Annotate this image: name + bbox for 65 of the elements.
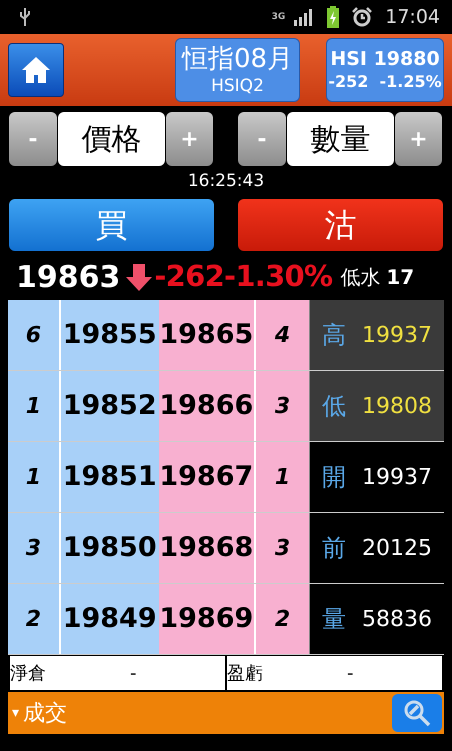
index-value: HSI 19880 xyxy=(330,48,440,72)
stat-label: 前 xyxy=(322,533,346,564)
network-type: 3G xyxy=(272,12,286,22)
index-change: -252 -1.25% xyxy=(328,72,442,92)
stat-label: 低 xyxy=(322,391,346,422)
stat-value: 58836 xyxy=(362,606,432,634)
trades-label[interactable]: 成交 xyxy=(23,696,68,730)
home-button[interactable] xyxy=(8,43,64,97)
contract-button[interactable]: 恒指08月 HSIQ2 xyxy=(175,38,300,102)
stepper-label: 數量 xyxy=(287,112,394,166)
bid-price: 19855 xyxy=(60,300,158,370)
bid-price: 19851 xyxy=(60,442,158,512)
buy-button[interactable]: 買 xyxy=(9,199,214,251)
bid-price: 19850 xyxy=(60,513,158,583)
ask-quantity: 3 xyxy=(256,371,309,441)
home-icon xyxy=(20,55,52,85)
ask-quantity: 3 xyxy=(256,513,309,583)
increment-button[interactable]: + xyxy=(395,112,442,166)
bid-quantity: 3 xyxy=(8,513,61,583)
contract-name: 恒指08月 xyxy=(182,43,294,76)
basis-label: 低水 xyxy=(340,264,380,291)
contract-code: HSIQ2 xyxy=(211,76,264,97)
ask-price: 19869 xyxy=(158,584,256,654)
stat-label: 量 xyxy=(322,604,346,635)
ask-price: 19865 xyxy=(158,300,256,370)
sell-button[interactable]: 沽 xyxy=(238,199,443,251)
quote-time: 16:25:43 xyxy=(188,170,264,194)
stat-value: 19808 xyxy=(362,392,432,420)
position-value: - xyxy=(347,662,354,686)
ask-price: 19867 xyxy=(158,442,256,512)
basis-value: 17 xyxy=(386,264,414,291)
stepper-label: 價格 xyxy=(58,112,165,166)
ask-quantity: 1 xyxy=(256,442,309,512)
bid-price: 19849 xyxy=(60,584,158,654)
price-change: -262 xyxy=(154,258,224,296)
stat-value: 20125 xyxy=(362,534,432,562)
decrement-button[interactable]: - xyxy=(9,112,57,166)
down-arrow-icon xyxy=(124,262,154,292)
bid-quantity: 2 xyxy=(8,584,61,654)
stat-label: 高 xyxy=(322,320,346,351)
battery-icon xyxy=(327,6,340,28)
ask-quantity: 2 xyxy=(256,584,309,654)
clock-time: 17:04 xyxy=(385,4,440,30)
ask-price: 19868 xyxy=(158,513,256,583)
alarm-clock-icon xyxy=(351,6,374,28)
search-button[interactable] xyxy=(392,694,442,732)
ask-quantity: 4 xyxy=(256,300,309,370)
bid-price: 19852 xyxy=(60,371,158,441)
position-label: 盈虧 xyxy=(227,662,264,686)
stat-value: 19937 xyxy=(362,322,432,350)
decrement-button[interactable]: - xyxy=(238,112,286,166)
search-icon xyxy=(402,698,432,728)
position-value: - xyxy=(130,662,136,686)
bid-quantity: 6 xyxy=(8,300,61,370)
toggle-arrow: ▾ xyxy=(12,704,20,722)
ask-price: 19866 xyxy=(158,371,256,441)
usb-icon xyxy=(18,7,32,27)
stat-value: 19937 xyxy=(362,464,432,492)
last-price: 19863 xyxy=(16,258,120,296)
bid-quantity: 1 xyxy=(8,371,61,441)
position-label: 淨倉 xyxy=(10,662,47,686)
percent-change: -1.30% xyxy=(224,258,332,296)
stat-label: 開 xyxy=(322,462,346,493)
increment-button[interactable]: + xyxy=(166,112,213,166)
bid-quantity: 1 xyxy=(8,442,61,512)
